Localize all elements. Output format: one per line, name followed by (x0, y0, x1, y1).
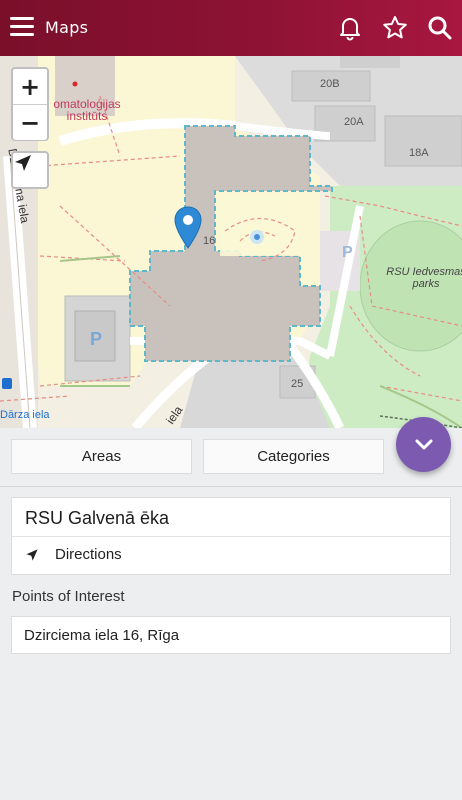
poi-section-label: Points of Interest (12, 588, 125, 605)
map-label-house-25: 25 (291, 378, 304, 390)
tab-areas[interactable]: Areas (11, 439, 192, 474)
hamburger-menu-icon[interactable] (10, 17, 34, 37)
tab-categories[interactable]: Categories (203, 439, 384, 474)
collapse-panel-button[interactable] (396, 417, 451, 472)
place-card: RSU Galvenā ēka Directions (11, 497, 451, 575)
chevron-down-icon (415, 439, 432, 449)
locate-me-button[interactable] (11, 151, 49, 189)
search-icon[interactable] (426, 14, 454, 42)
poi-list-item[interactable]: Dzirciema iela 16, Rīga (11, 616, 451, 654)
place-title: RSU Galvenā ēka (25, 508, 170, 528)
map-marker-icon[interactable] (174, 206, 202, 250)
zoom-in-button[interactable]: + (13, 69, 47, 104)
map-view[interactable]: omatoloģijas institūts Dzirciema iela ie… (0, 56, 462, 428)
map-label-house-20b: 20B (320, 78, 340, 90)
bell-icon[interactable] (336, 14, 364, 42)
directions-button[interactable]: Directions (25, 546, 122, 563)
filter-tabs: Areas Categories (0, 428, 462, 486)
card-divider (12, 536, 450, 537)
navigation-arrow-icon (26, 548, 38, 561)
app-bar: Maps (0, 0, 462, 56)
map-label-park-line1: RSU Iedvesmas (386, 266, 462, 278)
map-label-parking: P (90, 329, 103, 349)
map-label-street-darza: Dārza iela (0, 409, 50, 421)
navigation-arrow-icon (15, 155, 31, 171)
map-label-parking-2: P (342, 244, 353, 261)
map-label-institute-line2: institūts (66, 109, 108, 123)
star-icon[interactable] (381, 14, 409, 42)
map-label-institute: omatoloģijas institūts (52, 98, 122, 122)
poi-address: Dzirciema iela 16, Rīga (24, 627, 180, 644)
map-label-house-16: 16 (203, 235, 216, 247)
panel-divider (0, 486, 462, 487)
map-label-park-line2: parks (412, 278, 440, 290)
map-label-park: RSU Iedvesmas parks (386, 266, 462, 290)
map-label-house-18a: 18A (409, 147, 429, 159)
directions-label: Directions (55, 546, 122, 563)
details-panel: Areas Categories RSU Galvenā ēka Directi… (0, 428, 462, 800)
zoom-controls: + − (11, 67, 49, 141)
page-title: Maps (45, 18, 89, 37)
map-label-house-20a: 20A (344, 116, 364, 128)
zoom-out-button[interactable]: − (13, 105, 47, 140)
